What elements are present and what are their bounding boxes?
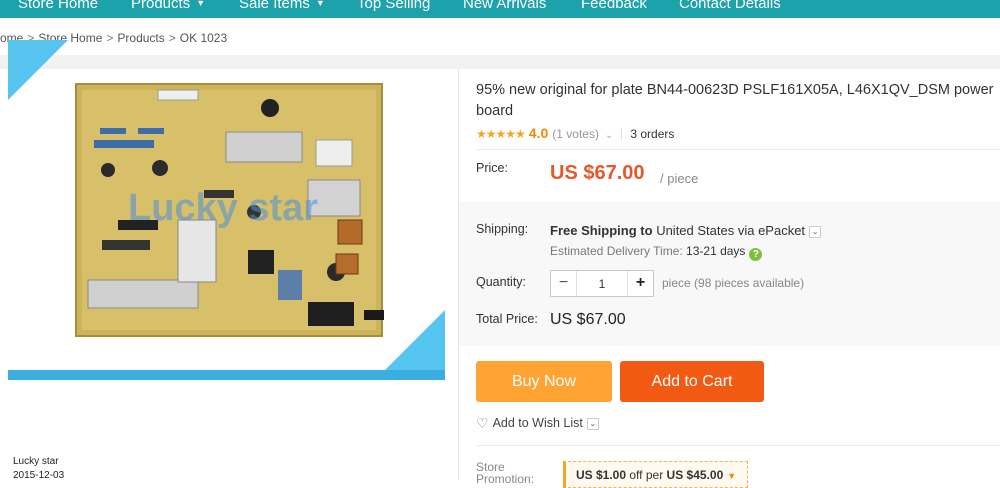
chip <box>102 240 150 250</box>
chip <box>278 270 302 300</box>
divider <box>476 149 1000 150</box>
shipping-label: Shipping: <box>476 222 529 236</box>
shipping-destination: United States via ePacket <box>656 223 806 238</box>
power-connector <box>364 310 384 320</box>
component-row <box>138 128 164 134</box>
chevron-down-icon[interactable]: ⌄ <box>605 130 613 141</box>
orders-count: 3 orders <box>630 127 675 141</box>
buy-now-button[interactable]: Buy Now <box>476 361 612 402</box>
image-date: 2015-12-03 <box>13 470 65 481</box>
delivery-time: Estimated Delivery Time: 13-21 days? <box>550 244 763 261</box>
delivery-label: Estimated Delivery Time: <box>550 244 683 258</box>
add-to-cart-button[interactable]: Add to Cart <box>620 361 764 402</box>
store-promotion-label-line2: Promotion: <box>476 472 535 486</box>
capacitor <box>152 160 168 176</box>
nav-item-feedback[interactable]: Feedback <box>581 0 647 12</box>
quantity-available: piece (98 pieces available) <box>662 276 805 290</box>
price-unit: / piece <box>660 171 699 186</box>
image-corner-accent <box>8 40 68 100</box>
heart-icon: ♡ <box>476 415 489 431</box>
star-rating-icon: ★★★★★ <box>476 127 526 141</box>
chip <box>248 250 274 274</box>
product-title: 95% new original for plate BN44-00623D P… <box>476 82 994 119</box>
seller-name: Lucky star <box>13 456 59 467</box>
nav-item-sale-items[interactable]: Sale Items ▼ <box>239 0 325 12</box>
power-connector <box>308 302 354 326</box>
rating-score: 4.0 <box>528 125 549 141</box>
transformer <box>177 219 217 283</box>
image-corner-accent <box>385 310 445 370</box>
free-shipping-text: Free Shipping to <box>550 223 653 238</box>
capacitor <box>101 163 115 177</box>
inductor-coil <box>335 253 359 275</box>
minus-icon[interactable]: − <box>551 271 577 296</box>
product-image[interactable]: Lucky star <box>8 40 445 450</box>
price-label: Price: <box>476 161 508 175</box>
price-value: US $67.00 <box>550 162 645 184</box>
help-icon[interactable]: ? <box>749 248 763 261</box>
top-navigation: Store Home Products ▼ Sale Items ▼ Top Sel… <box>0 0 1000 18</box>
capacitor <box>261 99 279 117</box>
wish-list-label: Add to Wish List <box>492 416 583 430</box>
quantity-input[interactable] <box>577 271 627 296</box>
inductor-coil <box>337 219 363 245</box>
caret-down-icon: ▼ <box>315 0 325 8</box>
add-to-wish-list[interactable]: ♡ Add to Wish List ⌄ <box>476 415 599 432</box>
quantity-label: Quantity: <box>476 275 527 289</box>
total-price-value: US $67.00 <box>550 311 626 328</box>
nav-item-store-home[interactable]: Store Home <box>18 0 98 12</box>
chevron-down-icon[interactable]: ⌄ <box>809 226 822 238</box>
divider <box>476 445 1000 446</box>
image-watermark: Lucky star <box>128 187 318 229</box>
divider <box>621 128 623 140</box>
connector <box>157 89 199 101</box>
quantity-stepper: − + <box>550 270 654 297</box>
nav-item-contact-details[interactable]: Contact Details <box>679 0 781 12</box>
image-bottom-bar <box>8 370 445 380</box>
rating-row: ★★★★★ 4.0 (1 votes) ⌄ 3 orders <box>476 125 674 141</box>
transformer <box>315 139 353 167</box>
shipping-info[interactable]: Free Shipping to United States via ePack… <box>550 223 822 238</box>
nav-item-top-selling[interactable]: Top Selling <box>357 0 430 12</box>
caret-down-icon: ▼ <box>196 0 206 8</box>
votes-count[interactable]: (1 votes) <box>552 127 599 141</box>
store-promotion-box[interactable]: US $1.00 off per US $45.00 ▼ <box>563 461 748 488</box>
delivery-days: 13-21 days <box>686 244 746 258</box>
total-price-label: Total Price: <box>476 312 538 326</box>
nav-item-new-arrivals[interactable]: New Arrivals <box>463 0 546 12</box>
component-row <box>100 128 126 134</box>
nav-item-products[interactable]: Products ▼ <box>131 0 205 12</box>
chevron-down-icon[interactable]: ⌄ <box>586 418 599 430</box>
plus-icon[interactable]: + <box>627 271 653 296</box>
heatsink <box>87 279 199 309</box>
store-promotion-label: Store Promotion: <box>476 461 534 485</box>
component-row <box>94 140 154 148</box>
heatsink <box>225 131 303 163</box>
